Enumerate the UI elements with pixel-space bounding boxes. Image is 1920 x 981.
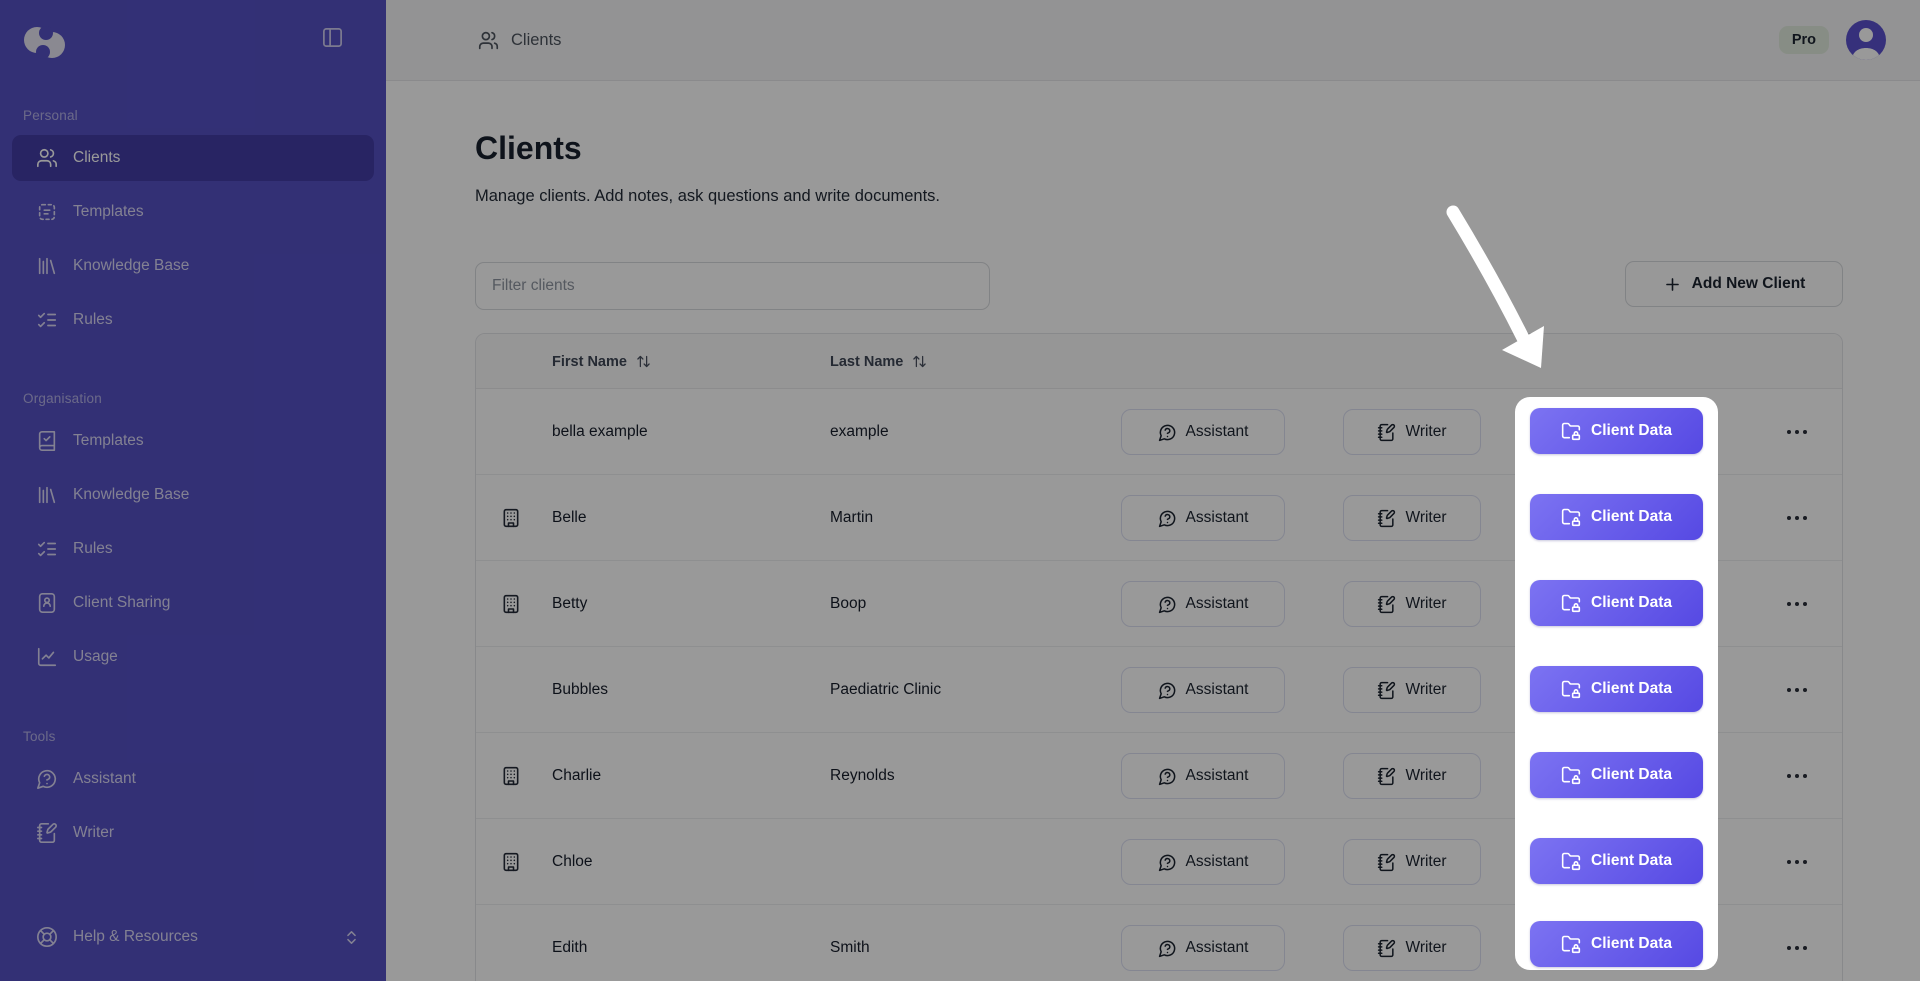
client-data-button[interactable]: Client Data [1530,580,1703,626]
folder-lock-icon [1561,851,1581,871]
folder-lock-icon [1561,679,1581,699]
folder-lock-icon [1561,934,1581,954]
folder-lock-icon [1561,507,1581,527]
app-window: PersonalClientsTemplatesKnowledge BaseRu… [0,0,1920,981]
folder-lock-icon [1561,593,1581,613]
client-data-button[interactable]: Client Data [1530,838,1703,884]
folder-lock-icon [1561,765,1581,785]
client-data-button[interactable]: Client Data [1530,666,1703,712]
client-data-button[interactable]: Client Data [1530,408,1703,454]
client-data-button[interactable]: Client Data [1530,494,1703,540]
client-data-button[interactable]: Client Data [1530,752,1703,798]
client-data-button[interactable]: Client Data [1530,921,1703,967]
tour-spotlight-client-data-column: Client Data Client Data Client Data Client … [1515,397,1718,970]
folder-lock-icon [1561,421,1581,441]
